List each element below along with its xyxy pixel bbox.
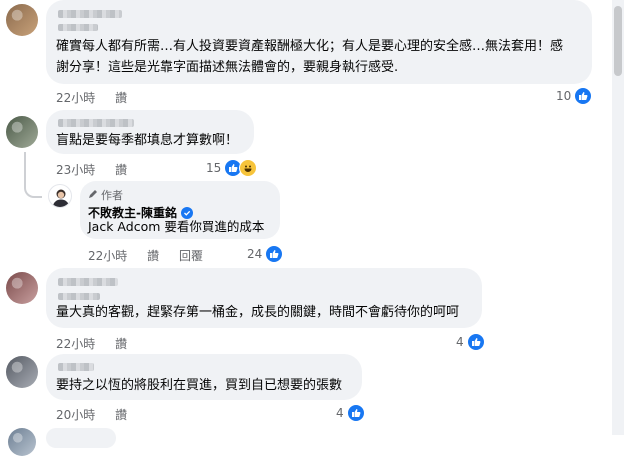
- like-link[interactable]: 讚: [115, 408, 127, 422]
- like-icon: [346, 404, 365, 422]
- reaction-count-value: 24: [247, 247, 263, 261]
- reaction-count[interactable]: 4: [456, 333, 485, 351]
- author-badge: 作者: [88, 187, 123, 203]
- comment-time[interactable]: 22小時: [56, 91, 95, 105]
- reaction-count[interactable]: 4: [336, 404, 365, 422]
- reaction-count[interactable]: 15: [206, 159, 258, 177]
- comment-text-line: 量大真的客觀，趕緊存第一桶金，成長的關鍵，時間不會虧待你的呵呵: [56, 305, 460, 320]
- page-scrollbar[interactable]: [612, 0, 624, 435]
- commenter-avatar[interactable]: [6, 116, 38, 148]
- like-link[interactable]: 讚: [115, 91, 127, 105]
- comment-bubble: 量大真的客觀，趕緊存第一桶金，成長的關鍵，時間不會虧待你的呵呵: [46, 268, 482, 328]
- scrollbar-thumb[interactable]: [614, 6, 622, 76]
- like-link[interactable]: 讚: [115, 337, 127, 351]
- commenter-name-redacted[interactable]: [58, 10, 122, 18]
- laugh-reaction-icon: [239, 159, 258, 177]
- commenter-avatar[interactable]: [6, 356, 38, 388]
- comment-bubble: 確實每人都有所需…有人投資要資產報酬極大化；有人是要心理的安全感…無法套用！感 …: [46, 0, 592, 84]
- comment-meta: 22小時 讚: [56, 89, 143, 106]
- commenter-name-redacted: [58, 24, 98, 31]
- commenter-avatar[interactable]: [6, 272, 38, 304]
- author-badge-label: 作者: [101, 189, 123, 202]
- like-icon: [574, 87, 593, 105]
- comment-time[interactable]: 23小時: [56, 163, 95, 177]
- reply-link[interactable]: 回覆: [179, 249, 203, 263]
- like-icon: [265, 245, 284, 263]
- like-link[interactable]: 讚: [115, 163, 127, 177]
- comment-text-line: 謝分享！這些是光靠字面描述無法體會的，要親身執行感受.: [56, 60, 399, 75]
- reply-thread-line: [24, 152, 42, 198]
- comment-bubble: 要持之以恆的將股利在買進，買到自已想要的張數: [46, 354, 362, 400]
- commenter-name-redacted[interactable]: [58, 278, 118, 286]
- commenter-name-redacted: [58, 293, 100, 300]
- reply-bubble: 作者 不敗教主-陳重銘 Jack Adcom 要看你買進的成本: [80, 181, 280, 239]
- reaction-count-value: 10: [556, 89, 572, 103]
- reply-meta: 22小時 讚 回覆: [88, 247, 219, 264]
- reaction-count-value: 15: [206, 161, 222, 175]
- comment-meta: 20小時 讚: [56, 406, 143, 423]
- reply-text-line: Jack Adcom 要看你買進的成本: [88, 219, 265, 234]
- reply-time[interactable]: 22小時: [88, 249, 127, 263]
- comment-time[interactable]: 20小時: [56, 408, 95, 422]
- reaction-count[interactable]: 10: [556, 87, 593, 105]
- comment-text-line: 盲點是要每季都填息才算數啊！: [56, 133, 239, 148]
- like-icon: [466, 333, 485, 351]
- comment-meta: 23小時 讚: [56, 161, 143, 178]
- comment-bubble: 盲點是要每季都填息才算數啊！: [46, 110, 254, 154]
- commenter-avatar[interactable]: [8, 428, 36, 456]
- author-avatar[interactable]: [48, 184, 72, 208]
- commenter-avatar[interactable]: [6, 4, 38, 36]
- commenter-name-redacted[interactable]: [58, 363, 94, 371]
- pen-icon: [88, 189, 98, 202]
- commenter-name-redacted[interactable]: [58, 119, 134, 127]
- comment-text-line: 要持之以恆的將股利在買進，買到自已想要的張數: [56, 378, 343, 393]
- comment-time[interactable]: 22小時: [56, 337, 95, 351]
- comment-meta: 22小時 讚: [56, 335, 143, 352]
- like-link[interactable]: 讚: [147, 249, 159, 263]
- reaction-count[interactable]: 24: [247, 245, 284, 263]
- comment-text-line: 確實每人都有所需…有人投資要資產報酬極大化；有人是要心理的安全感…無法套用！感: [56, 39, 564, 54]
- reaction-count-value: 4: [456, 335, 464, 349]
- reaction-count-value: 4: [336, 406, 344, 420]
- comment-bubble: [46, 428, 116, 448]
